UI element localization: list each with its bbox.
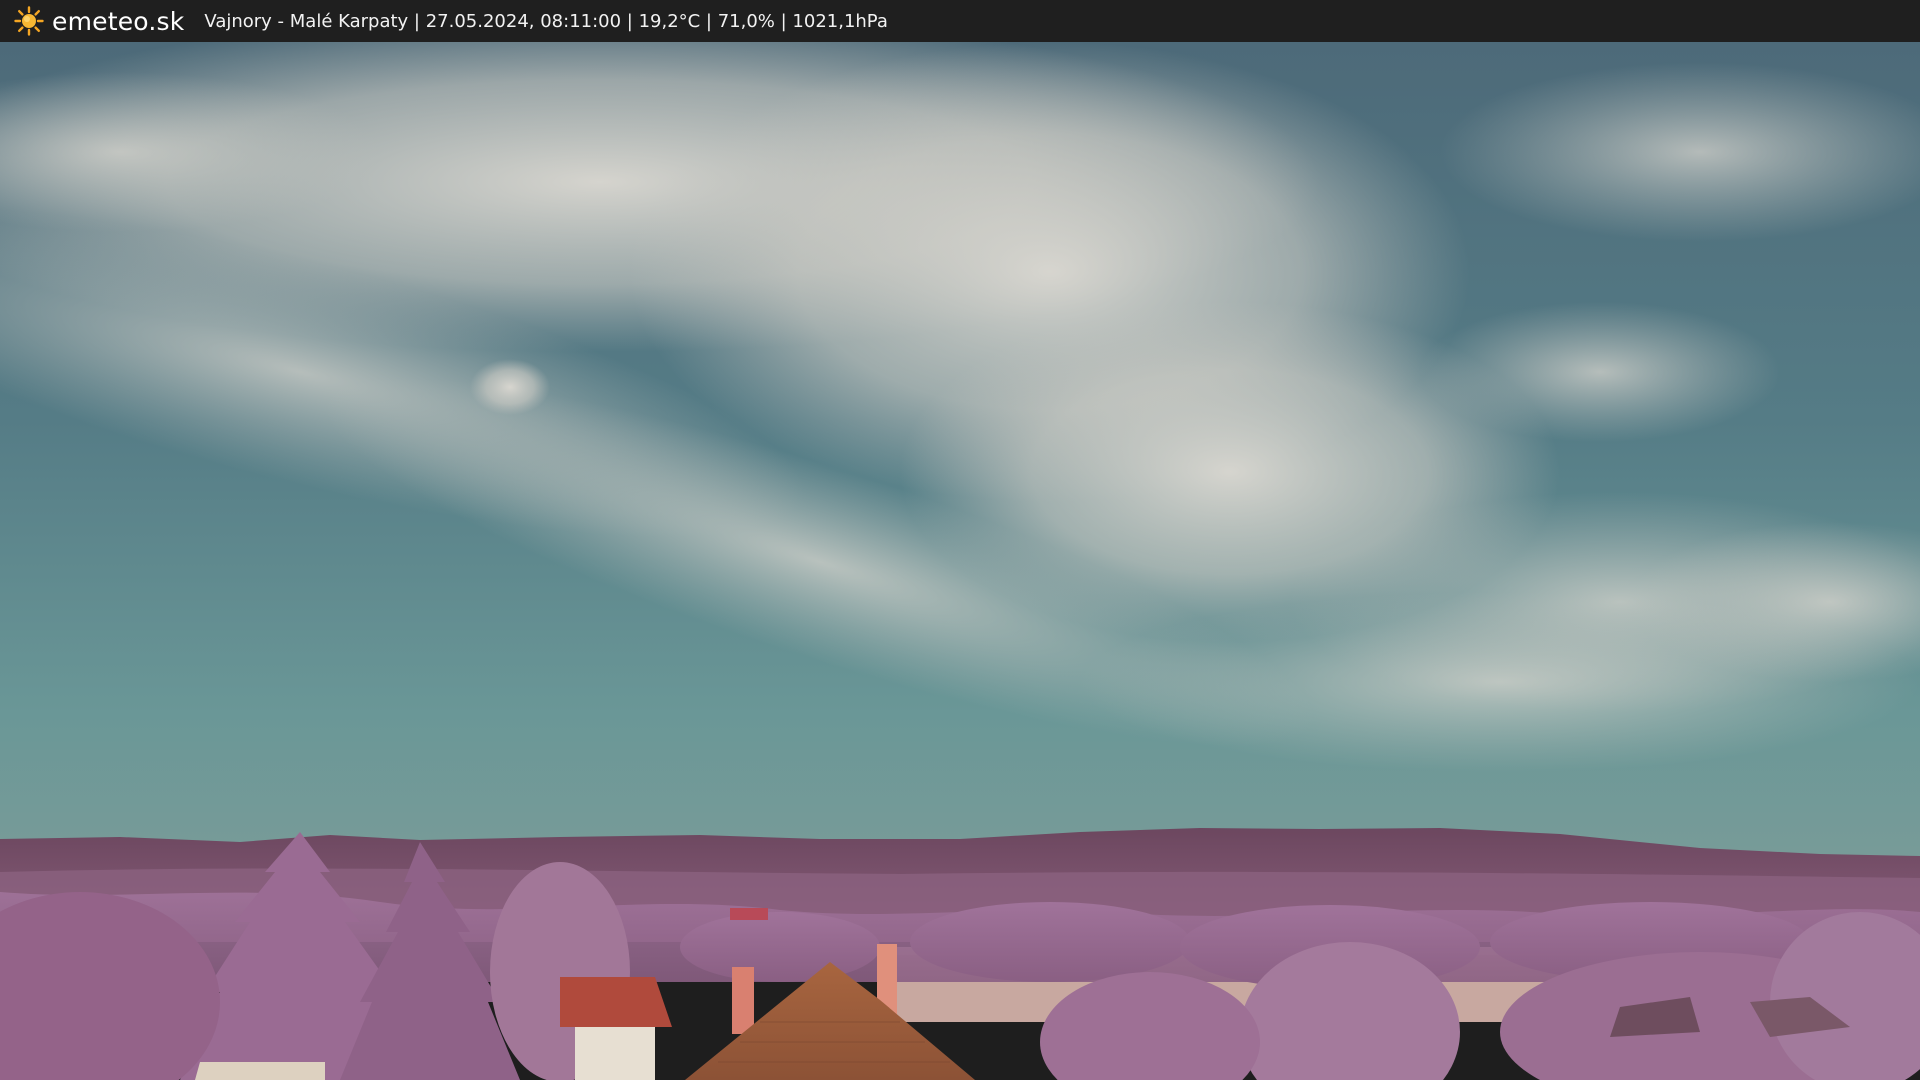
webcam-frame: emeteo.sk Vajnory - Malé Karpaty | 27.05…	[0, 0, 1920, 1080]
header-bar: emeteo.sk Vajnory - Malé Karpaty | 27.05…	[0, 0, 1920, 42]
station-caption: Vajnory - Malé Karpaty | 27.05.2024, 08:…	[204, 10, 888, 32]
webcam-image	[0, 42, 1920, 1080]
brand-name: emeteo.sk	[52, 6, 185, 36]
sun-icon	[14, 6, 44, 36]
